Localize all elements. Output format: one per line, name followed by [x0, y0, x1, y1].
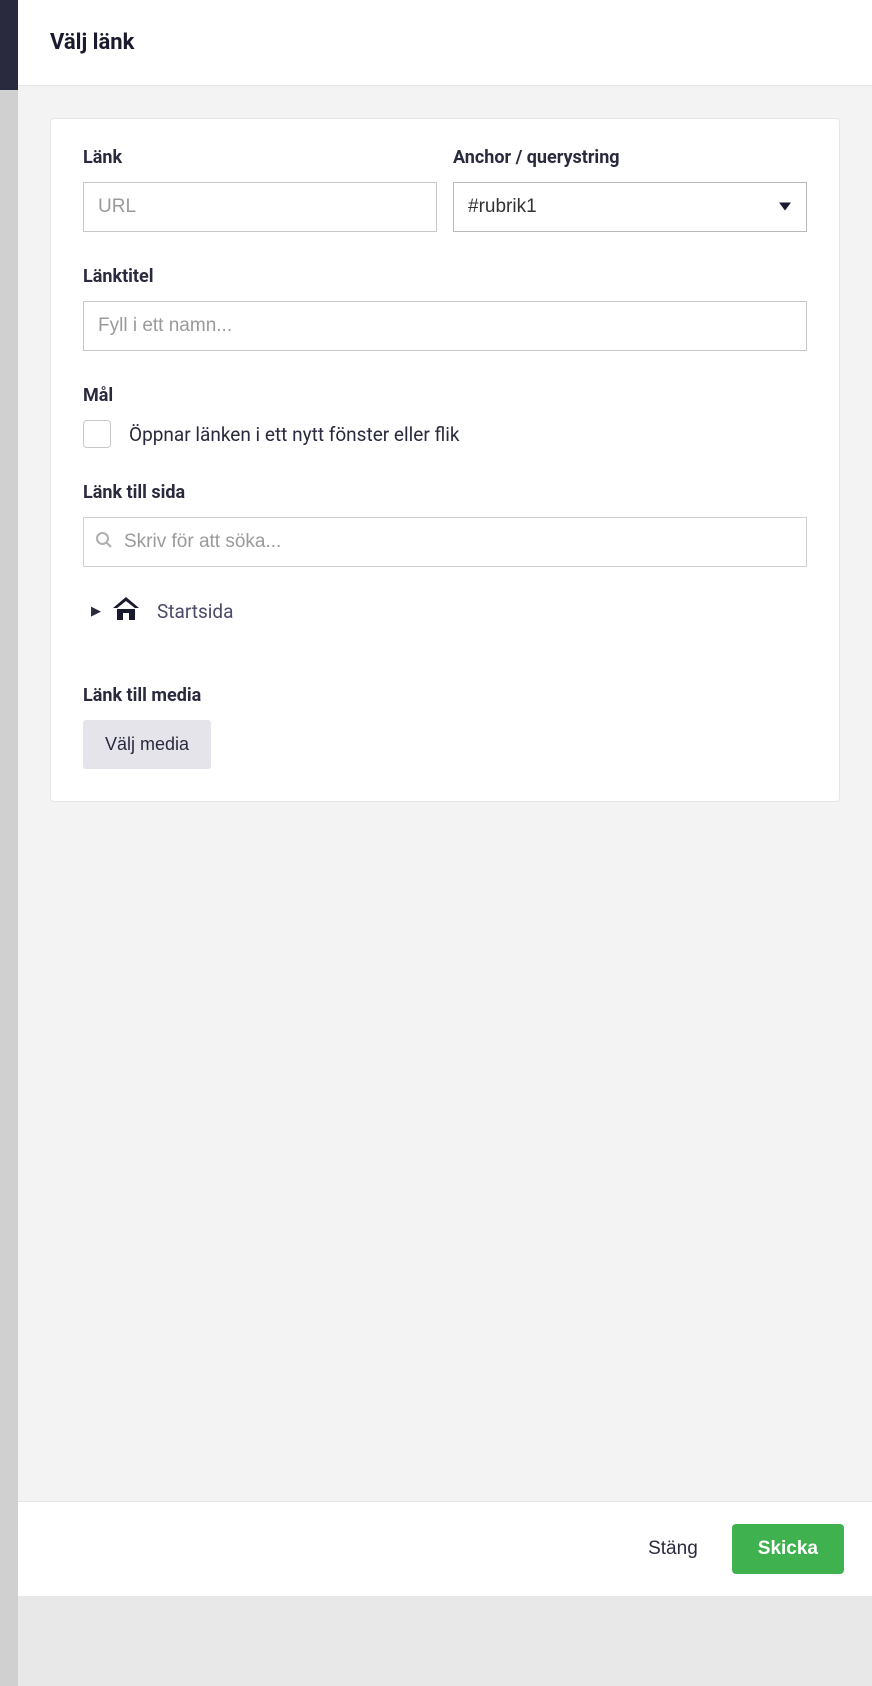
- page-tree: ▶ Startsida: [83, 597, 807, 625]
- link-picker-modal: Välj länk Länk Anchor / querystring: [18, 0, 872, 1596]
- tree-item-startsida[interactable]: ▶ Startsida: [91, 597, 807, 625]
- backdrop-strip: [0, 0, 18, 1596]
- row-link-anchor: Länk Anchor / querystring: [83, 147, 807, 232]
- link-url-input[interactable]: [83, 182, 437, 232]
- form-card: Länk Anchor / querystring Länktitel: [50, 118, 840, 802]
- anchor-label: Anchor / querystring: [453, 147, 807, 168]
- page-link-label: Länk till sida: [83, 482, 807, 503]
- target-label: Mål: [83, 385, 807, 406]
- group-target: Mål Öppnar länken i ett nytt fönster ell…: [83, 385, 807, 448]
- modal-body: Länk Anchor / querystring Länktitel: [18, 86, 872, 1501]
- link-title-input[interactable]: [83, 301, 807, 351]
- link-label: Länk: [83, 147, 437, 168]
- group-media-link: Länk till media Välj media: [83, 685, 807, 769]
- tree-expand-icon[interactable]: ▶: [91, 604, 101, 619]
- modal-footer: Stäng Skicka: [18, 1501, 872, 1596]
- close-button[interactable]: Stäng: [642, 1528, 704, 1570]
- search-icon: [95, 531, 113, 553]
- page-search-input[interactable]: [83, 517, 807, 567]
- tree-item-label: Startsida: [157, 600, 233, 623]
- submit-button[interactable]: Skicka: [732, 1524, 844, 1574]
- choose-media-button[interactable]: Välj media: [83, 720, 211, 769]
- anchor-input[interactable]: [453, 182, 807, 232]
- modal-header: Välj länk: [18, 0, 872, 86]
- modal-title: Välj länk: [50, 30, 840, 55]
- target-checkbox-label: Öppnar länken i ett nytt fönster eller f…: [129, 423, 460, 446]
- page-search-wrap: [83, 517, 807, 567]
- home-icon: [113, 597, 139, 625]
- media-link-label: Länk till media: [83, 685, 807, 706]
- group-page-link: Länk till sida ▶: [83, 482, 807, 665]
- group-anchor: Anchor / querystring: [453, 147, 807, 232]
- target-new-window-checkbox[interactable]: [83, 420, 111, 448]
- group-link-title: Länktitel: [83, 266, 807, 351]
- target-checkbox-row: Öppnar länken i ett nytt fönster eller f…: [83, 420, 807, 448]
- group-link: Länk: [83, 147, 437, 232]
- link-title-label: Länktitel: [83, 266, 807, 287]
- anchor-combo[interactable]: [453, 182, 807, 232]
